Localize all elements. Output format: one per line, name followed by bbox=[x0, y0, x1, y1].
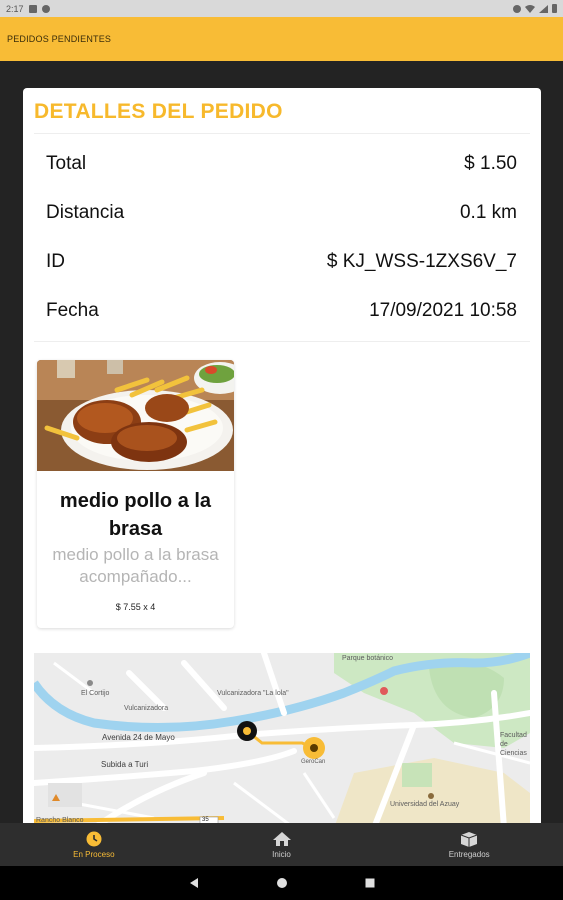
app-notification-icon bbox=[41, 4, 50, 13]
home-circle-icon[interactable] bbox=[276, 877, 288, 889]
battery-icon bbox=[552, 4, 557, 13]
divider bbox=[34, 133, 530, 134]
nav-item-entregados[interactable]: Entregados bbox=[375, 823, 563, 866]
product-name: medio pollo a la brasa bbox=[59, 490, 212, 540]
id-value: $ KJ_WSS-1ZXS6V_7 bbox=[326, 251, 517, 272]
status-bar: 2:17 bbox=[0, 0, 563, 17]
total-label: Total bbox=[46, 153, 87, 174]
detail-row-date: Fecha 17/09/2021 10:58 bbox=[46, 297, 517, 325]
map-label-subida: Subida a Turi bbox=[101, 760, 149, 769]
map-label-parque: Parque botánico bbox=[342, 655, 393, 662]
order-details-card: DETALLES DEL PEDIDO Total $ 1.50 Distanc… bbox=[23, 88, 541, 828]
box-icon bbox=[460, 831, 478, 847]
map-label-facultad: Facultad de Ciencias bbox=[500, 732, 527, 757]
map-label-vulcanizadora-lalola: Vulcanizadora "La lola" bbox=[217, 690, 289, 697]
status-time: 2:17 bbox=[6, 3, 24, 14]
order-details-title: DETALLES DEL PEDIDO bbox=[34, 100, 283, 123]
date-value: 17/09/2021 10:58 bbox=[369, 300, 517, 321]
nav-item-inicio[interactable]: Inicio bbox=[188, 823, 376, 866]
location-icon bbox=[513, 4, 521, 13]
divider bbox=[34, 341, 530, 342]
sd-card-icon bbox=[28, 4, 37, 13]
app-bar-title: PEDIDOS PENDIENTES bbox=[7, 34, 112, 44]
date-label: Fecha bbox=[46, 300, 99, 321]
wifi-icon bbox=[525, 4, 535, 13]
home-icon bbox=[272, 831, 291, 846]
map-label-universidad: Universidad del Azuay bbox=[390, 801, 460, 808]
nav-label-inicio: Inicio bbox=[272, 849, 291, 859]
map-label-el-cortijo: El Cortijo bbox=[81, 690, 110, 697]
distance-label: Distancia bbox=[46, 202, 125, 223]
product-image bbox=[37, 360, 234, 471]
total-value: $ 1.50 bbox=[464, 153, 517, 174]
detail-row-total: Total $ 1.50 bbox=[46, 150, 517, 178]
map-label-vulcanizadora: Vulcanizadora bbox=[124, 705, 169, 712]
bottom-navigation: En Proceso Inicio Entregados bbox=[0, 823, 563, 866]
product-card[interactable]: medio pollo a la brasa medio pollo a la … bbox=[37, 360, 234, 628]
distance-value: 0.1 km bbox=[459, 202, 517, 223]
id-label: ID bbox=[46, 251, 65, 272]
recents-icon[interactable] bbox=[364, 877, 376, 889]
signal-icon bbox=[539, 4, 548, 13]
detail-row-id: ID $ KJ_WSS-1ZXS6V_7 bbox=[46, 248, 517, 276]
product-description: medio pollo a la brasa acompañado... bbox=[52, 545, 219, 586]
nav-item-en-proceso[interactable]: En Proceso bbox=[0, 823, 188, 866]
delivery-map[interactable]: Parque botánico El Cortijo Vulcanizadora… bbox=[34, 653, 530, 828]
back-icon[interactable] bbox=[188, 877, 200, 889]
nav-label-entregados: Entregados bbox=[448, 849, 490, 859]
app-bar: PEDIDOS PENDIENTES bbox=[0, 17, 563, 61]
product-price-quantity: $ 7.55 x 4 bbox=[115, 602, 156, 612]
clock-icon bbox=[86, 831, 102, 846]
map-label-avenida: Avenida 24 de Mayo bbox=[102, 733, 175, 742]
nav-label-en-proceso: En Proceso bbox=[73, 849, 115, 859]
system-navigation-bar bbox=[0, 866, 563, 900]
detail-row-distance: Distancia 0.1 km bbox=[46, 199, 517, 227]
map-label-gerocan: GeroCan bbox=[301, 759, 326, 765]
